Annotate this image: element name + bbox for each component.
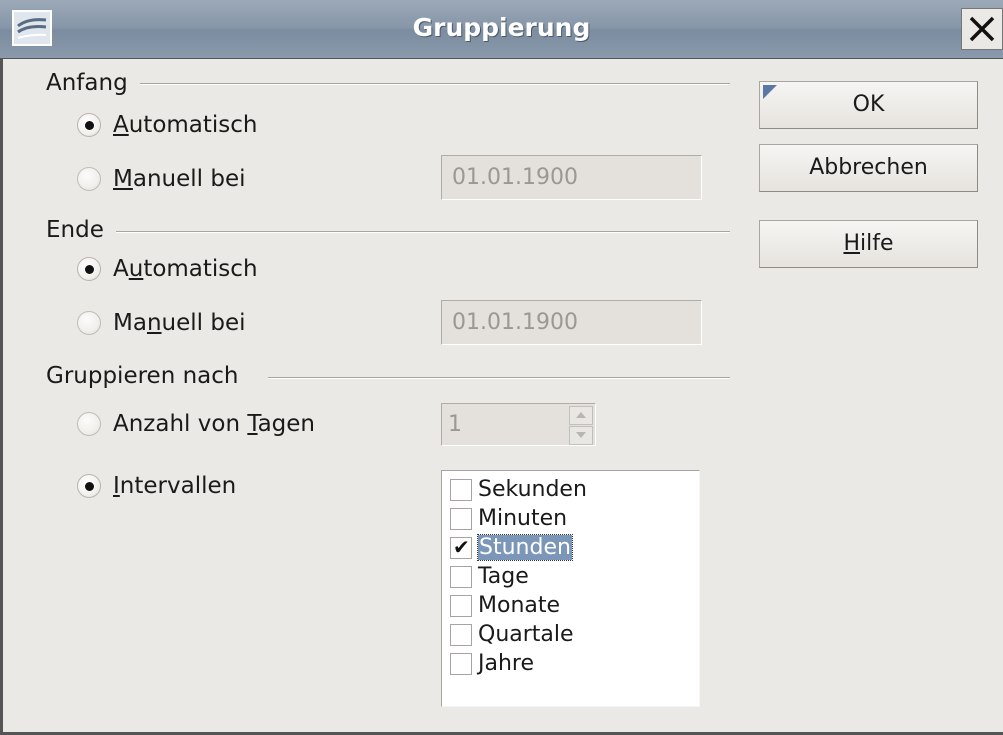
section-divider-end: [112, 231, 730, 233]
checkbox[interactable]: [450, 565, 472, 588]
radio-label: Manuell bei: [113, 166, 246, 192]
radio-indicator[interactable]: [77, 113, 101, 137]
checkbox[interactable]: [450, 507, 472, 530]
cancel-button[interactable]: Abbrechen: [759, 144, 978, 192]
list-item-label: Sekunden: [478, 477, 587, 502]
help-button-label: Hilfe: [843, 231, 894, 256]
interval-listbox[interactable]: Sekunden Minuten Stunden Tage Monate Qua…: [441, 470, 700, 707]
radio-label: Automatisch: [113, 112, 258, 138]
close-button[interactable]: [961, 8, 1003, 50]
ok-button[interactable]: OK: [759, 81, 978, 129]
list-item-hours[interactable]: Stunden: [450, 533, 573, 562]
radio-indicator[interactable]: [77, 167, 101, 191]
list-item-quarters[interactable]: Quartale: [450, 620, 574, 649]
help-button[interactable]: Hilfe: [759, 220, 978, 268]
arrow-down-icon: [576, 432, 586, 438]
radio-label: Anzahl von Tagen: [113, 411, 315, 437]
start-date-field[interactable]: 01.01.1900: [441, 155, 702, 200]
checkbox[interactable]: [450, 478, 472, 501]
radio-end-manual[interactable]: Manuell bei: [77, 307, 246, 339]
cancel-button-label: Abbrechen: [809, 155, 928, 180]
checkbox[interactable]: [450, 623, 472, 646]
radio-indicator[interactable]: [77, 311, 101, 335]
end-date-field[interactable]: 01.01.1900: [441, 300, 702, 345]
radio-label: Automatisch: [113, 256, 258, 282]
close-icon: [969, 16, 995, 42]
spin-down-button[interactable]: [569, 426, 593, 445]
radio-start-manual[interactable]: Manuell bei: [77, 163, 246, 195]
window-border-left: [0, 58, 3, 735]
section-divider-group-by: [268, 377, 730, 379]
radio-label: Manuell bei: [113, 310, 246, 336]
default-indicator-icon: [763, 85, 777, 99]
radio-end-automatic[interactable]: Automatisch: [77, 253, 258, 285]
list-item-days[interactable]: Tage: [450, 562, 529, 591]
radio-indicator[interactable]: [77, 257, 101, 281]
checkbox[interactable]: [450, 594, 472, 617]
list-item-label: Jahre: [478, 651, 535, 676]
list-item-months[interactable]: Monate: [450, 591, 560, 620]
section-label-start: Anfang: [46, 70, 140, 96]
list-item-label: Monate: [478, 593, 561, 618]
days-spin-buttons[interactable]: [569, 406, 593, 445]
list-item-label: Stunden: [477, 534, 573, 561]
spin-up-button[interactable]: [569, 406, 593, 425]
section-divider-start: [140, 83, 730, 85]
list-item-years[interactable]: Jahre: [450, 649, 534, 678]
title-bar: Gruppierung: [0, 0, 1003, 59]
list-item-label: Minuten: [478, 506, 568, 531]
list-item-minutes[interactable]: Minuten: [450, 504, 567, 533]
section-label-group-by: Gruppieren nach: [46, 363, 251, 389]
radio-indicator[interactable]: [77, 474, 101, 498]
radio-intervals[interactable]: Intervallen: [77, 470, 236, 502]
ok-button-label: OK: [852, 92, 885, 117]
radio-indicator[interactable]: [77, 412, 101, 436]
radio-label: Intervallen: [113, 473, 237, 499]
window-title: Gruppierung: [412, 13, 591, 42]
checkbox[interactable]: [450, 652, 472, 675]
list-item-label: Quartale: [478, 622, 574, 647]
radio-start-automatic[interactable]: Automatisch: [77, 109, 258, 141]
list-item-label: Tage: [478, 564, 529, 589]
radio-days[interactable]: Anzahl von Tagen: [77, 408, 315, 440]
list-item-seconds[interactable]: Sekunden: [450, 475, 587, 504]
section-label-end: Ende: [46, 217, 116, 243]
arrow-up-icon: [576, 412, 586, 418]
checkbox[interactable]: [450, 535, 472, 559]
